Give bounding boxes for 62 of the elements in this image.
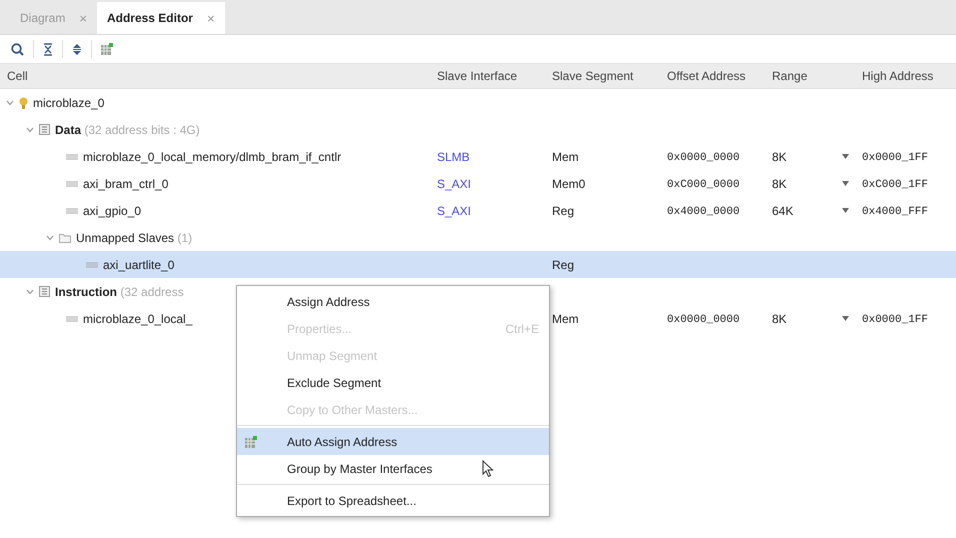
slave-segment-cell-text: Mem0 bbox=[551, 176, 586, 190]
menu-item[interactable]: Assign Address bbox=[237, 288, 549, 315]
cell-name: microblaze_0_local_memory/dlmb_bram_if_cntlr bbox=[83, 150, 342, 164]
slave-interface-link[interactable]: SLMB bbox=[430, 150, 477, 164]
cell-name: microblaze_0_local_ bbox=[83, 312, 192, 326]
column-header[interactable]: Offset Address bbox=[660, 69, 765, 83]
range-cell-text: 8K bbox=[771, 150, 788, 164]
column-header[interactable]: Slave Interface bbox=[430, 69, 545, 83]
slave-interface-link[interactable]: S_AXI bbox=[430, 204, 478, 218]
slave-segment-cell-text: Mem bbox=[551, 150, 580, 164]
cell-name: Data (32 address bits : 4G) bbox=[55, 122, 200, 136]
editor-tab[interactable]: Address Editor × bbox=[96, 2, 225, 34]
range-cell-text: 8K bbox=[771, 312, 788, 326]
address-space-icon bbox=[39, 286, 50, 297]
offset-address-cell-text: 0xC000_0000 bbox=[666, 179, 741, 191]
auto-assign-icon[interactable] bbox=[98, 40, 116, 58]
offset-address-cell-text: 0x4000_0000 bbox=[666, 206, 741, 218]
chevron-icon[interactable] bbox=[6, 98, 14, 106]
processor-icon bbox=[19, 96, 28, 108]
segment-icon bbox=[66, 316, 78, 322]
slave-segment-cell-text: Reg bbox=[551, 258, 576, 272]
dropdown-caret-icon[interactable] bbox=[842, 181, 849, 186]
chevron-icon[interactable] bbox=[46, 234, 54, 242]
menu-item[interactable]: Group by Master Interfaces bbox=[237, 455, 549, 482]
high-address-cell-text: 0x0000_1FF bbox=[861, 314, 930, 326]
segment-icon bbox=[86, 262, 98, 268]
menu-item[interactable]: Exclude Segment bbox=[237, 369, 549, 396]
chevron-icon[interactable] bbox=[26, 288, 34, 296]
cell-name: axi_bram_ctrl_0 bbox=[83, 176, 168, 190]
dropdown-caret-icon[interactable] bbox=[842, 316, 849, 321]
address-space-icon bbox=[39, 124, 50, 135]
dropdown-caret-icon[interactable] bbox=[842, 154, 849, 159]
cell-name: axi_uartlite_0 bbox=[103, 258, 174, 272]
high-address-cell-text: 0xC000_1FF bbox=[861, 179, 930, 191]
dropdown-caret-icon[interactable] bbox=[842, 208, 849, 213]
cell-name: Instruction (32 address bbox=[55, 284, 184, 298]
folder-icon bbox=[59, 232, 71, 242]
segment-icon bbox=[66, 154, 78, 160]
menu-item[interactable]: Auto Assign Address bbox=[237, 428, 549, 455]
offset-address-cell-text: 0x0000_0000 bbox=[666, 314, 741, 326]
column-header[interactable]: Range bbox=[765, 69, 855, 83]
segment-icon bbox=[66, 180, 78, 186]
column-header[interactable]: Slave Segment bbox=[545, 69, 660, 83]
mouse-cursor-icon bbox=[482, 460, 494, 478]
cell-name: axi_gpio_0 bbox=[83, 204, 142, 218]
table-icon bbox=[245, 436, 257, 448]
cell-name: Unmapped Slaves (1) bbox=[76, 230, 192, 244]
slave-interface-link[interactable]: S_AXI bbox=[430, 176, 478, 190]
selected-row-highlight[interactable]: axi_uartlite_0 Reg bbox=[0, 251, 956, 278]
offset-address-cell-text: 0x0000_0000 bbox=[666, 152, 741, 164]
slave-segment-cell-text: Reg bbox=[551, 204, 576, 218]
range-cell-text: 64K bbox=[771, 204, 794, 218]
segment-icon bbox=[66, 208, 78, 214]
range-cell-text: 8K bbox=[771, 176, 788, 190]
high-address-cell-text: 0x4000_FFF bbox=[861, 206, 930, 218]
menu-item[interactable]: Export to Spreadsheet... bbox=[237, 487, 549, 514]
chevron-icon[interactable] bbox=[26, 126, 34, 134]
column-header[interactable]: Cell bbox=[0, 69, 430, 83]
cell-name: microblaze_0 bbox=[33, 96, 104, 110]
high-address-cell-text: 0x0000_1FF bbox=[861, 152, 930, 164]
column-header[interactable]: High Address bbox=[855, 69, 956, 83]
slave-segment-cell-text: Mem bbox=[551, 312, 580, 326]
